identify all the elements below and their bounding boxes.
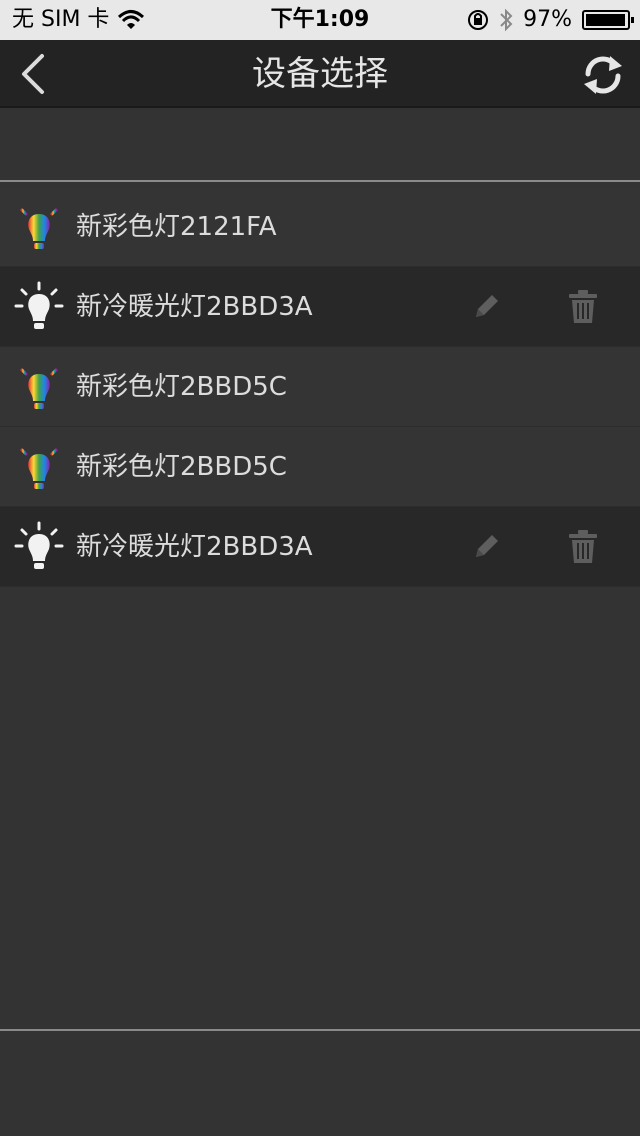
device-row[interactable]: 新彩色灯2BBD5C bbox=[0, 347, 640, 427]
white-bulb-icon bbox=[14, 281, 64, 329]
nav-bar: 设备选择 bbox=[0, 40, 640, 108]
battery-icon bbox=[582, 10, 634, 30]
bluetooth-icon bbox=[500, 8, 513, 32]
orientation-lock-icon bbox=[468, 10, 489, 30]
battery-percent: 97% bbox=[523, 7, 572, 32]
device-row[interactable]: 新彩色灯2BBD5C bbox=[0, 427, 640, 507]
page-title: 设备选择 bbox=[252, 54, 388, 94]
device-row[interactable]: 新冷暖光灯2BBD3A bbox=[0, 267, 640, 347]
status-right: 97% bbox=[467, 0, 634, 40]
device-name: 新彩色灯2BBD5C bbox=[76, 372, 287, 402]
list-top-divider bbox=[0, 180, 640, 182]
white-bulb-icon bbox=[14, 521, 64, 569]
list-bottom-divider bbox=[0, 1029, 640, 1031]
device-row[interactable]: 新冷暖光灯2BBD3A bbox=[0, 507, 640, 587]
device-name: 新冷暖光灯2BBD3A bbox=[76, 532, 313, 562]
device-name: 新冷暖光灯2BBD3A bbox=[76, 292, 313, 322]
refresh-icon[interactable] bbox=[580, 52, 626, 98]
color-bulb-icon bbox=[14, 361, 64, 409]
device-name: 新彩色灯2BBD5C bbox=[76, 452, 287, 482]
device-name: 新彩色灯2121FA bbox=[76, 212, 277, 242]
device-select-screen: 无 SIM 卡 下午1:09 97% 设备选择 新彩色灯2121FA 新冷暖光灯… bbox=[0, 0, 640, 1136]
trash-icon[interactable] bbox=[566, 289, 600, 325]
color-bulb-icon bbox=[14, 201, 64, 249]
color-bulb-icon bbox=[14, 441, 64, 489]
edit-pencil-icon[interactable] bbox=[468, 529, 504, 565]
back-chevron-icon[interactable] bbox=[14, 52, 58, 96]
trash-icon[interactable] bbox=[566, 529, 600, 565]
edit-pencil-icon[interactable] bbox=[468, 289, 504, 325]
battery-fill bbox=[586, 14, 625, 26]
device-row[interactable]: 新彩色灯2121FA bbox=[0, 187, 640, 267]
status-bar: 无 SIM 卡 下午1:09 97% bbox=[0, 0, 640, 40]
device-list: 新彩色灯2121FA 新冷暖光灯2BBD3A 新彩色灯2BBD5C 新彩色灯2B… bbox=[0, 187, 640, 587]
